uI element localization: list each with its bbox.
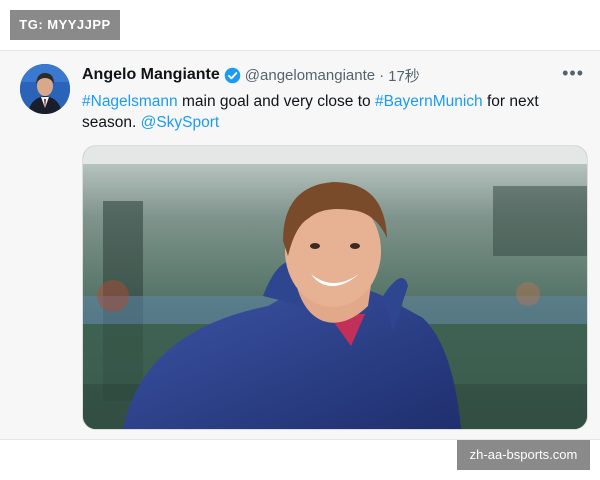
separator-dot: ·: [379, 66, 385, 84]
verified-badge-icon: [224, 67, 241, 84]
watermark: zh-aa-bsports.com: [457, 440, 590, 470]
photo-icon: [83, 146, 587, 429]
author-display-name[interactable]: Angelo Mangiante: [82, 66, 220, 84]
tweet-header: Angelo Mangiante @angelomangiante · 17秒: [82, 65, 420, 85]
tweet-card[interactable]: Angelo Mangiante @angelomangiante · 17秒 …: [0, 50, 600, 440]
tweet-text: #Nagelsmann main goal and very close to …: [82, 91, 582, 133]
hashtag-link-nagelsmann[interactable]: #Nagelsmann: [82, 93, 178, 110]
hashtag-link-bayernmunich[interactable]: #BayernMunich: [375, 93, 483, 110]
tweet-timestamp[interactable]: 17秒: [388, 65, 420, 86]
tweet-text-segment: main goal and very close to: [177, 93, 375, 110]
more-options-icon[interactable]: •••: [562, 64, 584, 82]
tweet-media-photo[interactable]: [82, 145, 588, 430]
tg-badge: TG: MYYJJPP: [10, 10, 120, 40]
mention-link-skysport[interactable]: @SkySport: [141, 114, 220, 131]
avatar-photo-icon: [20, 64, 70, 114]
avatar[interactable]: [20, 64, 70, 114]
author-handle[interactable]: @angelomangiante: [245, 67, 375, 84]
